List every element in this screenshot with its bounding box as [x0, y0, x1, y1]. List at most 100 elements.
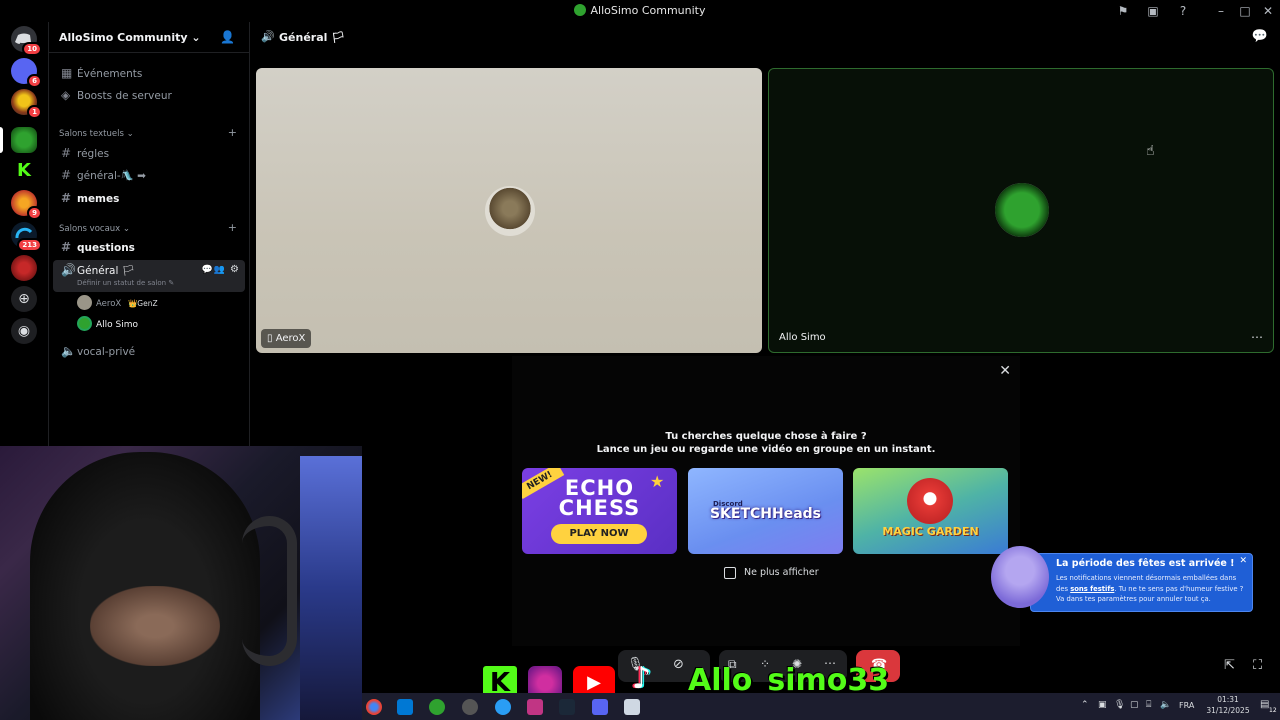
- clock-date[interactable]: 31/12/2025: [1198, 706, 1258, 715]
- background-wall: [300, 456, 362, 720]
- voice-user-aerox[interactable]: AeroX 👑GenZ: [77, 295, 247, 311]
- server-icon-kick[interactable]: K: [11, 158, 37, 184]
- channel-status-hint[interactable]: Définir un statut de salon ✎: [77, 278, 174, 288]
- activity-subheading: Lance un jeu ou regarde une vidéo en gro…: [596, 444, 936, 455]
- invite-icon[interactable]: 👥: [214, 260, 225, 280]
- flag-icon[interactable]: ⚑: [1115, 3, 1131, 19]
- input-language[interactable]: FRA: [1179, 701, 1194, 710]
- voice-channel-general[interactable]: 🔊Général 🏳 Définir un statut de salon ✎ …: [53, 260, 245, 292]
- dont-show-checkbox[interactable]: [724, 567, 736, 579]
- gear-icon[interactable]: ⚙: [230, 260, 239, 280]
- channel-regles[interactable]: # régles: [53, 142, 245, 164]
- fullscreen-icon[interactable]: ⛶: [1253, 658, 1262, 673]
- speaker-icon: 🔊: [261, 30, 275, 43]
- headphones-image: [242, 516, 297, 666]
- add-text-channel-button[interactable]: +: [228, 126, 237, 139]
- window-title: AlloSimo Community: [0, 4, 1280, 17]
- close-icon[interactable]: ✕: [999, 363, 1011, 379]
- minimize-button[interactable]: –: [1213, 3, 1229, 19]
- instagram-icon[interactable]: [527, 699, 543, 715]
- direct-messages-button[interactable]: 10: [11, 26, 42, 56]
- discover-button[interactable]: ◉: [11, 318, 37, 344]
- app-green-icon[interactable]: [429, 699, 445, 715]
- screen-share-icon[interactable]: ▣: [1145, 3, 1161, 19]
- mouse-cursor-icon: ☝: [1146, 143, 1155, 159]
- tray-chevron-icon[interactable]: ⌃: [1081, 700, 1089, 710]
- avatar: [77, 295, 92, 310]
- server-icon-gaming[interactable]: 1: [11, 89, 42, 119]
- more-options-icon[interactable]: ⋯: [1251, 330, 1263, 344]
- server-icon-allosimo[interactable]: [11, 127, 37, 153]
- app-blue-icon[interactable]: [495, 699, 511, 715]
- divider: [49, 52, 249, 53]
- avatar: [77, 316, 92, 331]
- activity-card-echo-chess[interactable]: NEW! ECHO CHESS ★ PLAY NOW: [522, 468, 677, 554]
- app-logo-icon: [574, 4, 587, 16]
- close-icon[interactable]: ✕: [1239, 556, 1247, 566]
- notification-title: La période des fêtes est arrivée !: [1056, 558, 1235, 569]
- sidebar-item-boosts[interactable]: ◈ Boosts de serveur: [53, 84, 245, 106]
- network-icon[interactable]: ⌸: [1146, 700, 1151, 710]
- calendar-icon: ▦: [61, 66, 73, 80]
- title-bar: AlloSimo Community ⚑ ▣ ? – □ ✕: [0, 0, 1280, 22]
- activity-card-magic-garden[interactable]: MAGIC GARDEN: [853, 468, 1008, 554]
- tray-app-icon[interactable]: ▣: [1098, 700, 1107, 710]
- voice-user-allosimo[interactable]: Allo Simo: [77, 316, 247, 332]
- mascot-image: [907, 478, 953, 524]
- holiday-notification[interactable]: La période des fêtes est arrivée ! ✕ Les…: [991, 546, 1253, 612]
- close-window-button[interactable]: ✕: [1260, 3, 1276, 19]
- chat-icon[interactable]: 💬: [202, 260, 213, 280]
- app-grey-icon[interactable]: [462, 699, 478, 715]
- notepad-icon[interactable]: [624, 699, 640, 715]
- notification-count: 12: [1269, 707, 1277, 714]
- discord-taskbar-icon[interactable]: [592, 699, 608, 715]
- star-icon: ★: [650, 472, 665, 491]
- channel-general-text[interactable]: # général-🛝 ➡: [53, 164, 245, 186]
- windows-taskbar: ⌃ ▣ 🎙 ▢ ⌸ 🔈 FRA 01:31 31/12/2025 ▤ 12: [362, 693, 1280, 720]
- mascot-image: [991, 546, 1049, 608]
- channel-questions[interactable]: # questions: [53, 236, 245, 258]
- help-icon[interactable]: ?: [1175, 3, 1191, 19]
- festive-sounds-link[interactable]: sons festifs: [1070, 585, 1114, 593]
- active-server-pill: [0, 127, 3, 153]
- unread-badge: 10: [22, 42, 42, 56]
- add-server-button[interactable]: ⊕: [11, 286, 37, 312]
- invite-people-icon[interactable]: 👤: [220, 30, 235, 44]
- activity-card-sketchheads[interactable]: Discord SKETCHHeads: [688, 468, 843, 554]
- checkbox-label: Ne plus afficher: [744, 567, 819, 578]
- category-voice-channels[interactable]: Salons vocaux ⌄: [59, 224, 130, 234]
- camera-off-icon[interactable]: ⊘: [673, 657, 684, 672]
- chat-bubble-icon[interactable]: 💬: [1252, 29, 1268, 44]
- clock-time[interactable]: 01:31: [1211, 695, 1245, 704]
- add-voice-channel-button[interactable]: +: [228, 221, 237, 234]
- tray-display-icon[interactable]: ▢: [1130, 700, 1139, 710]
- chrome-icon[interactable]: [366, 699, 382, 715]
- boost-icon: ◈: [61, 88, 71, 102]
- video-tile-aerox[interactable]: ▯ AeroX: [256, 68, 762, 353]
- channel-memes[interactable]: # memes: [53, 187, 245, 209]
- participant-label: Allo Simo: [779, 332, 826, 343]
- volume-icon[interactable]: 🔈: [1160, 700, 1171, 710]
- outlook-icon[interactable]: [397, 699, 413, 715]
- server-name-button[interactable]: AlloSimo Community ⌄: [59, 31, 201, 44]
- popout-icon[interactable]: ⇱: [1224, 658, 1235, 673]
- sidebar-item-events[interactable]: ▦ Événements: [53, 62, 245, 84]
- game-title: MAGIC GARDEN: [882, 525, 979, 538]
- tray-mic-icon[interactable]: 🎙: [1114, 700, 1125, 710]
- voice-channel-private[interactable]: 🔈vocal-privé: [53, 340, 245, 362]
- server-icon-blue[interactable]: 213: [11, 222, 42, 252]
- channel-sidebar: AlloSimo Community ⌄ 👤 ▦ Événements ◈ Boos…: [48, 22, 250, 446]
- mobile-icon: ▯: [267, 333, 273, 344]
- game-title: SKETCHHeads: [709, 506, 822, 522]
- steam-icon[interactable]: [559, 699, 575, 715]
- maximize-button[interactable]: □: [1237, 3, 1253, 19]
- chevron-down-icon: ⌄: [191, 31, 201, 44]
- play-now-button[interactable]: PLAY NOW: [551, 524, 647, 544]
- video-tile-allosimo[interactable]: Allo Simo ⋯ ☝: [768, 68, 1274, 353]
- category-text-channels[interactable]: Salons textuels ⌄: [59, 129, 134, 139]
- server-icon-red[interactable]: [11, 255, 37, 281]
- server-icon-discord[interactable]: 6: [11, 58, 42, 88]
- server-icon-community[interactable]: 9: [11, 190, 42, 220]
- hash-icon: #: [61, 168, 72, 182]
- unread-badge: 1: [27, 105, 42, 119]
